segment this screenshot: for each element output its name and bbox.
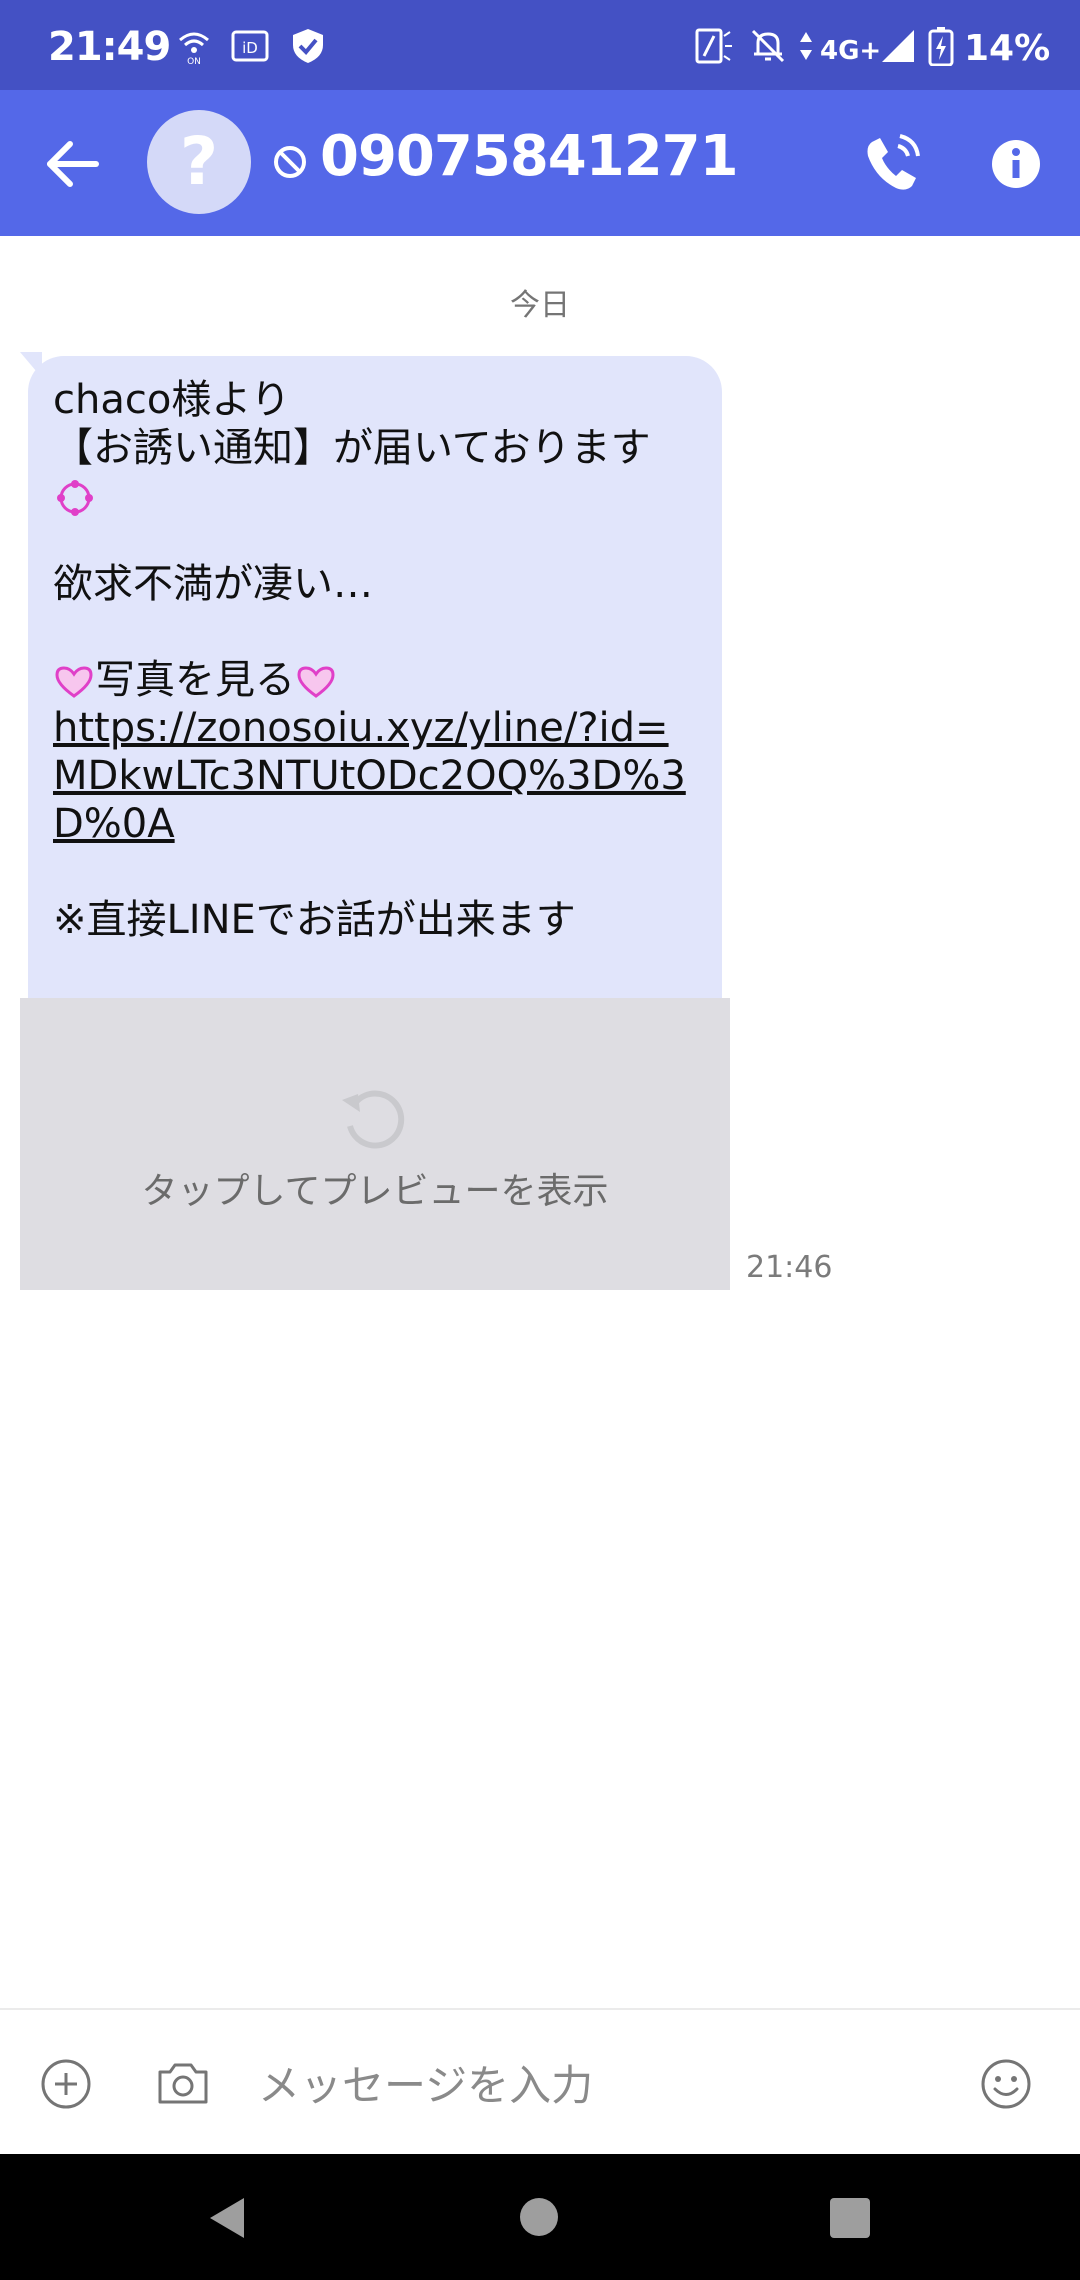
compose-bar: [0, 2008, 1080, 2156]
info-icon[interactable]: [990, 138, 1042, 190]
heart-icon: [297, 666, 335, 698]
link-preview[interactable]: タップしてプレビューを表示: [20, 998, 730, 1290]
battery-charging-icon: [928, 27, 954, 66]
phone-call-icon[interactable]: [862, 132, 922, 196]
block-icon: [274, 146, 306, 178]
refresh-icon: [342, 1090, 405, 1149]
wifi-calling-icon: ON: [179, 32, 209, 66]
message-line: 欲求不満が凄い…: [53, 561, 373, 607]
message-line: 【お誘い通知】が届いております: [53, 425, 651, 471]
status-time: 21:49: [48, 24, 171, 70]
contact-title[interactable]: 09075841271: [320, 124, 739, 189]
heart-icon: [55, 666, 93, 698]
message-line: ※直接LINEでお話が出来ます: [53, 897, 576, 943]
signal-icon: [882, 30, 914, 62]
message-bubble[interactable]: chaco様より 【お誘い通知】が届いております 欲求不満が凄い… 写真を見る …: [28, 356, 722, 1001]
nav-recents-icon[interactable]: [830, 2198, 870, 2238]
nav-home-icon[interactable]: [520, 2198, 558, 2236]
system-nav-bar: [0, 2154, 1080, 2280]
network-type: 4G+: [820, 36, 882, 66]
emoji-icon[interactable]: [980, 2058, 1032, 2110]
message-input[interactable]: [256, 2044, 940, 2126]
nfc-icon: [695, 28, 732, 64]
nav-back-icon[interactable]: [206, 2196, 246, 2240]
camera-icon[interactable]: [156, 2058, 210, 2108]
svg-text:ON: ON: [187, 57, 201, 66]
message-line: chaco様より: [53, 377, 291, 423]
add-icon[interactable]: [40, 2058, 92, 2110]
date-divider: 今日: [510, 288, 570, 323]
conversation-header: ? 09075841271: [0, 90, 1080, 236]
preview-label: タップしてプレビューを表示: [141, 1171, 609, 1212]
message-timestamp: 21:46: [746, 1250, 833, 1285]
status-bar: 21:49 ON iD 4G+ 14%: [0, 0, 1080, 90]
svg-text:iD: iD: [242, 39, 258, 57]
shield-check-icon: [293, 29, 323, 63]
back-arrow-icon[interactable]: [40, 134, 108, 194]
heart-ring-icon: [53, 472, 698, 520]
battery-percentage: 14%: [964, 28, 1051, 69]
notifications-off-icon: [751, 29, 785, 63]
message-link[interactable]: https://zonosoiu.xyz/yline/?id=MDkwLTc3N…: [53, 705, 686, 847]
contact-avatar[interactable]: ?: [147, 110, 251, 214]
id-icon: iD: [231, 30, 269, 62]
message-line-photo: 写真を見る: [53, 656, 698, 704]
data-arrows-icon: [800, 32, 812, 60]
photo-label: 写真を見る: [95, 657, 295, 703]
